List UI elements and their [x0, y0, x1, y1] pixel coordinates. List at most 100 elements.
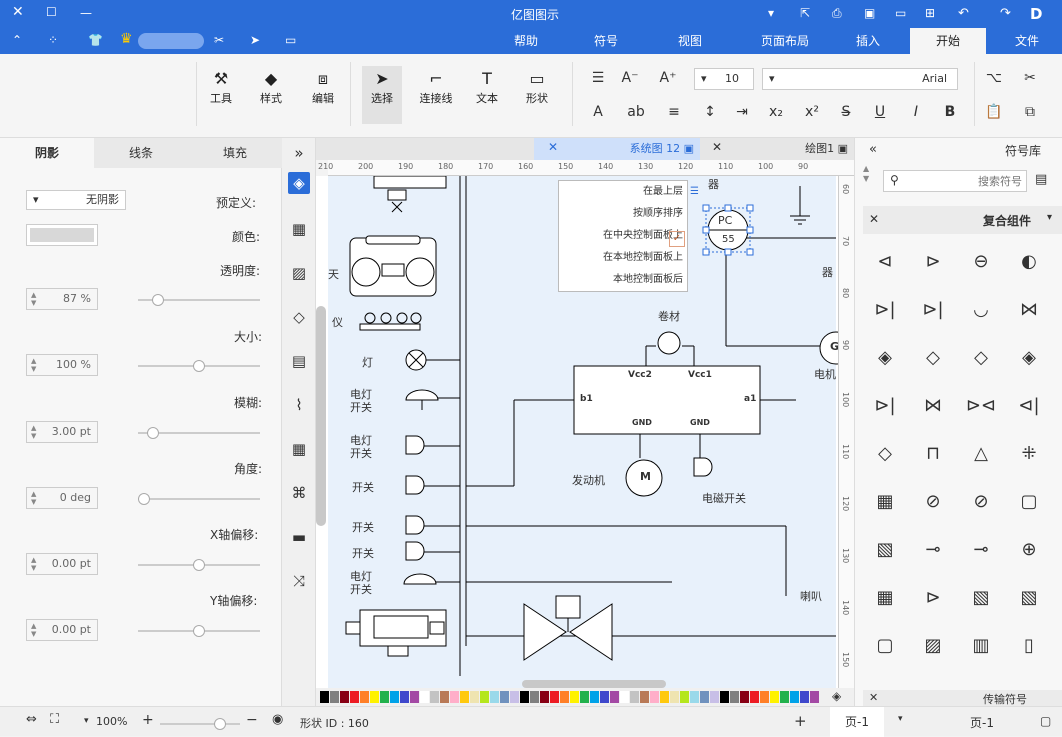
- symbol-item[interactable]: ▥: [963, 628, 999, 664]
- fill-bucket-icon[interactable]: ◈: [288, 172, 310, 194]
- color-swatch[interactable]: [440, 691, 449, 703]
- label-right-3[interactable]: 器: [708, 176, 719, 192]
- doc-tab-system[interactable]: 系统图 12 ▣: [534, 138, 700, 160]
- grid-icon[interactable]: ▦: [288, 218, 310, 240]
- close-section-icon[interactable]: ✕: [869, 691, 878, 704]
- new-icon[interactable]: ⊞: [925, 6, 935, 20]
- size-slider[interactable]: [138, 360, 260, 372]
- indent-icon[interactable]: ⇥: [732, 102, 752, 122]
- color-swatch[interactable]: [400, 691, 409, 703]
- symbol-item[interactable]: ⊲: [867, 244, 903, 280]
- library-icon[interactable]: ▤: [1035, 172, 1047, 187]
- symbol-item[interactable]: ◈: [867, 340, 903, 376]
- label-pc[interactable]: PC: [718, 214, 732, 227]
- color-swatch[interactable]: [530, 691, 539, 703]
- symbol-search[interactable]: ⚲: [883, 170, 1027, 192]
- tools-tool[interactable]: ⚒ 工具: [204, 68, 238, 106]
- font-size-select[interactable]: 10 ▾: [694, 68, 754, 90]
- transparency-slider[interactable]: [138, 294, 260, 306]
- xoffset-slider[interactable]: [138, 559, 260, 571]
- format-painter-icon[interactable]: ⌥: [984, 68, 1004, 88]
- color-swatch[interactable]: [350, 691, 359, 703]
- color-swatch[interactable]: [550, 691, 559, 703]
- label-right-2[interactable]: 电机: [814, 366, 836, 382]
- line-spacing-icon[interactable]: ↕: [700, 102, 720, 122]
- symbol-item[interactable]: ◈: [1011, 340, 1047, 376]
- text-highlight-icon[interactable]: ab: [626, 102, 646, 122]
- color-swatch[interactable]: [670, 691, 679, 703]
- select-tool[interactable]: ➤ 选择: [362, 66, 402, 124]
- tab-home[interactable]: 开始: [910, 28, 986, 54]
- xoffset-knob[interactable]: [193, 559, 205, 571]
- color-swatch[interactable]: [450, 691, 459, 703]
- label-side-1[interactable]: 天: [328, 266, 339, 282]
- color-swatch[interactable]: [640, 691, 649, 703]
- increase-font-icon[interactable]: A⁺: [658, 68, 678, 88]
- page-icon[interactable]: ▤: [288, 350, 310, 372]
- edit-tool[interactable]: ⧈ 编辑: [306, 68, 340, 106]
- label-lamp[interactable]: 灯: [362, 354, 373, 370]
- blur-knob[interactable]: [146, 427, 159, 439]
- shuffle-icon[interactable]: ⤨: [288, 570, 310, 592]
- color-swatch[interactable]: [580, 691, 589, 703]
- color-swatch[interactable]: [620, 691, 629, 703]
- preset-select[interactable]: 无阴影 ▾: [26, 190, 126, 210]
- color-swatch[interactable]: [410, 691, 419, 703]
- menu-item-order[interactable]: 按顺序排序: [559, 203, 689, 225]
- doc-tab-drawing1[interactable]: 绘图1 ▣: [756, 138, 854, 160]
- tab-help[interactable]: 帮助: [498, 28, 554, 54]
- symbol-item[interactable]: ⊸: [963, 532, 999, 568]
- label-switch-1[interactable]: 开关: [352, 479, 374, 495]
- symbol-item[interactable]: ⊳|: [915, 292, 951, 328]
- color-swatch[interactable]: [610, 691, 619, 703]
- close-icon[interactable]: ✕: [12, 4, 24, 20]
- style-tool[interactable]: ◆ 样式: [254, 68, 288, 106]
- symbol-item[interactable]: ◇: [963, 340, 999, 376]
- color-swatch[interactable]: [540, 691, 549, 703]
- tab-file[interactable]: 文件: [1002, 28, 1052, 54]
- angle-spinner[interactable]: ▲ ▼ 0 deg: [26, 487, 98, 509]
- color-swatch[interactable]: [740, 691, 749, 703]
- color-swatch[interactable]: [560, 691, 569, 703]
- print-icon[interactable]: ⎙: [832, 6, 842, 21]
- page-menu-icon[interactable]: ▢: [1040, 714, 1051, 728]
- vertical-scrollbar[interactable]: [316, 306, 326, 526]
- color-swatch[interactable]: [700, 691, 709, 703]
- color-picker[interactable]: [26, 224, 98, 246]
- blur-spinner[interactable]: ▲ ▼ 3.00 pt: [26, 421, 98, 443]
- close-section-icon[interactable]: ✕: [869, 212, 879, 226]
- symbol-item[interactable]: ⋈: [1011, 292, 1047, 328]
- symbol-item[interactable]: ◇: [915, 340, 951, 376]
- label-switch-2[interactable]: 开关: [352, 519, 374, 535]
- blur-slider[interactable]: [138, 427, 260, 439]
- color-swatch[interactable]: [340, 691, 349, 703]
- transparency-spinner[interactable]: ▲ ▼ 87 %: [26, 288, 98, 310]
- tab-page-layout[interactable]: 页面布局: [750, 28, 820, 54]
- color-swatch[interactable]: [320, 691, 329, 703]
- horizontal-scrollbar[interactable]: [522, 680, 666, 688]
- page-tab[interactable]: 页-1: [830, 707, 884, 737]
- color-swatch[interactable]: [810, 691, 819, 703]
- symbol-item[interactable]: ◐: [1011, 244, 1047, 280]
- play-icon[interactable]: ◉: [272, 712, 283, 727]
- font-name-select[interactable]: Arial ▾: [762, 68, 958, 90]
- color-swatch[interactable]: [710, 691, 719, 703]
- symbol-item[interactable]: ⊖: [963, 244, 999, 280]
- color-swatch[interactable]: [590, 691, 599, 703]
- color-swatch[interactable]: [520, 691, 529, 703]
- align-icon[interactable]: ☰: [588, 68, 608, 88]
- color-swatch[interactable]: [760, 691, 769, 703]
- label-pc-number[interactable]: 55: [722, 234, 735, 245]
- size-spinner[interactable]: ▲ ▼ 100 %: [26, 354, 98, 376]
- cut-icon[interactable]: ✂: [1020, 68, 1040, 88]
- presentation-icon[interactable]: ▬: [288, 526, 310, 548]
- symbol-item[interactable]: ⊳: [915, 244, 951, 280]
- symbol-item[interactable]: ▯: [1011, 628, 1047, 664]
- add-page-icon[interactable]: +: [794, 712, 807, 730]
- yoffset-slider[interactable]: [138, 625, 260, 637]
- symbol-item[interactable]: ▧: [963, 580, 999, 616]
- color-swatch[interactable]: [800, 691, 809, 703]
- send-icon[interactable]: ➤: [250, 33, 260, 47]
- page-dropdown-icon[interactable]: ▾: [898, 714, 903, 724]
- font-color-icon[interactable]: A: [588, 102, 608, 122]
